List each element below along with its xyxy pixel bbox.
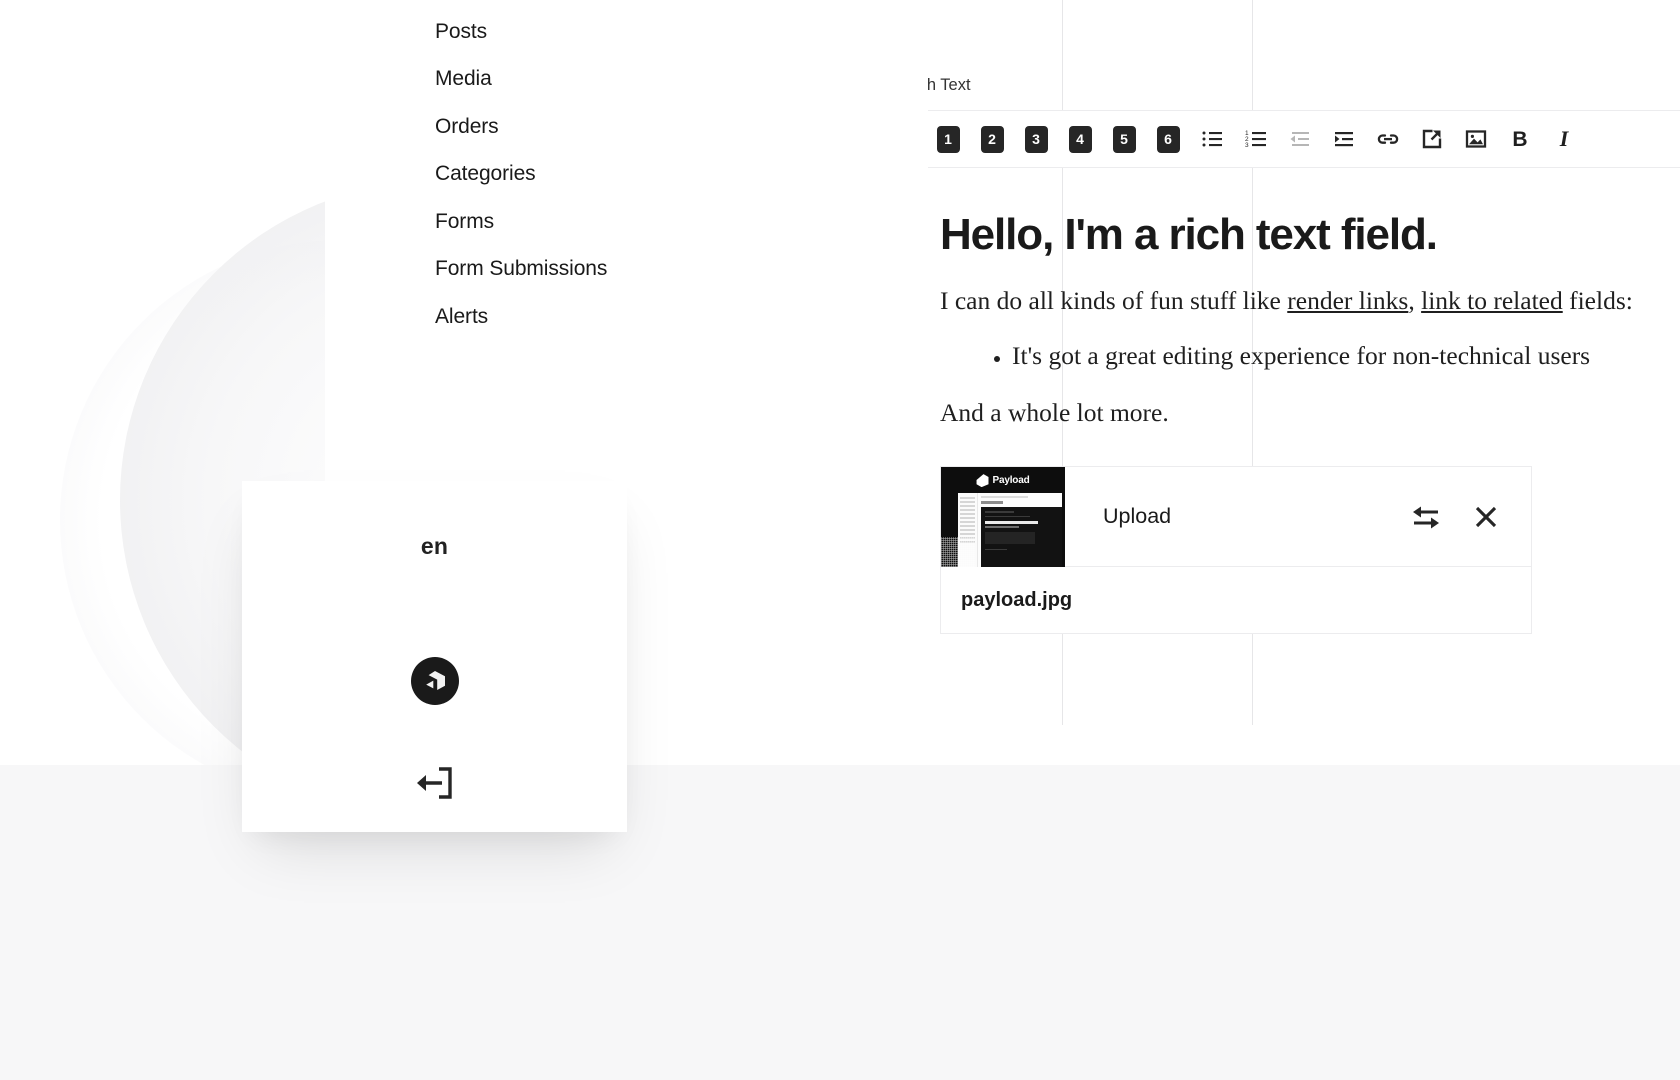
sidebar-item-label: Categories <box>435 162 536 186</box>
logout-icon[interactable] <box>413 763 457 803</box>
rich-text-toolbar: 1 2 3 4 5 6 1 2 3 B I <box>928 110 1680 168</box>
rich-text-label: Rich Text <box>928 76 971 94</box>
link-icon[interactable] <box>1366 117 1410 161</box>
heading-3-button[interactable]: 3 <box>1014 117 1058 161</box>
sidebar-item-label: Forms <box>435 209 494 233</box>
rich-text-editor-body[interactable]: Hello, I'm a rich text field. I can do a… <box>928 192 1680 635</box>
list-item: It's got a great editing experience for … <box>1012 338 1680 373</box>
rich-text-paragraph-1: I can do all kinds of fun stuff like ren… <box>940 283 1680 318</box>
thumbnail-payload-logo: Payload <box>976 474 1030 488</box>
payload-mark-icon <box>976 474 989 488</box>
locale-account-card: en <box>242 481 627 832</box>
svg-text:3: 3 <box>1245 142 1249 149</box>
bold-button[interactable]: B <box>1498 117 1542 161</box>
sidebar-item-forms[interactable]: Forms <box>325 198 737 246</box>
sidebar-item-alerts[interactable]: Alerts <box>325 293 737 341</box>
sidebar-item-pages[interactable]: Pages <box>325 0 737 8</box>
sidebar-item-categories[interactable]: Categories <box>325 150 737 198</box>
related-fields-link[interactable]: link to related <box>1421 286 1563 315</box>
rich-text-bullet-list: It's got a great editing experience for … <box>940 338 1680 373</box>
sidebar-item-label: Posts <box>435 19 488 43</box>
close-icon[interactable] <box>1469 500 1503 534</box>
paragraph-text: fields: <box>1562 285 1633 315</box>
upload-thumbnail[interactable]: Payload <box>941 467 1065 568</box>
paragraph-text: , <box>1408 285 1422 315</box>
sidebar-item-media[interactable]: Media <box>325 55 737 103</box>
ordered-list-icon[interactable]: 1 2 3 <box>1234 117 1278 161</box>
upload-title: Upload <box>1103 504 1172 529</box>
paragraph-text: I can do all kinds of fun stuff like <box>940 285 1288 315</box>
heading-1-button[interactable]: 1 <box>928 117 970 161</box>
heading-4-button[interactable]: 4 <box>1058 117 1102 161</box>
heading-6-button[interactable]: 6 <box>1146 117 1190 161</box>
rich-text-paragraph-2: And a whole lot more. <box>940 397 1169 427</box>
sidebar-nav: Pages Posts Media Orders Categories Form… <box>325 0 737 340</box>
main-content-column: first block Rich Text 1 2 3 4 5 6 <box>928 0 1680 765</box>
upload-actions <box>1409 467 1531 566</box>
rich-text-heading: Hello, I'm a rich text field. <box>940 210 1438 259</box>
locale-selector[interactable]: en <box>242 533 627 560</box>
swap-icon[interactable] <box>1409 500 1443 534</box>
payload-logo-icon[interactable] <box>410 657 459 705</box>
outdent-icon[interactable] <box>1278 117 1322 161</box>
heading-5-button[interactable]: 5 <box>1102 117 1146 161</box>
heading-2-button[interactable]: 2 <box>970 117 1014 161</box>
sidebar-item-orders[interactable]: Orders <box>325 103 737 151</box>
sidebar-item-label: Orders <box>435 114 499 138</box>
sidebar-item-posts[interactable]: Posts <box>325 8 737 56</box>
thumbnail-dark-panel <box>981 507 1062 568</box>
sidebar-item-label: Media <box>435 67 492 91</box>
bullet-list-icon[interactable] <box>1190 117 1234 161</box>
italic-button[interactable]: I <box>1542 117 1586 161</box>
upload-block: Payload Upload payload.jpg <box>940 466 1532 635</box>
upload-block-header: Payload Upload <box>941 467 1531 568</box>
sidebar-item-label: Alerts <box>435 304 489 328</box>
thumbnail-noise-overlay <box>941 537 975 568</box>
thumbnail-main <box>978 493 1062 568</box>
indent-icon[interactable] <box>1322 117 1366 161</box>
external-link-icon[interactable] <box>1410 117 1454 161</box>
sidebar-item-label: Form Submissions <box>435 257 608 281</box>
thumbnail-logo-label: Payload <box>992 475 1030 487</box>
render-links-link[interactable]: render links <box>1287 286 1408 315</box>
image-icon[interactable] <box>1454 117 1498 161</box>
upload-filename[interactable]: payload.jpg <box>941 567 1531 633</box>
sidebar-item-form-submissions[interactable]: Form Submissions <box>325 245 737 293</box>
